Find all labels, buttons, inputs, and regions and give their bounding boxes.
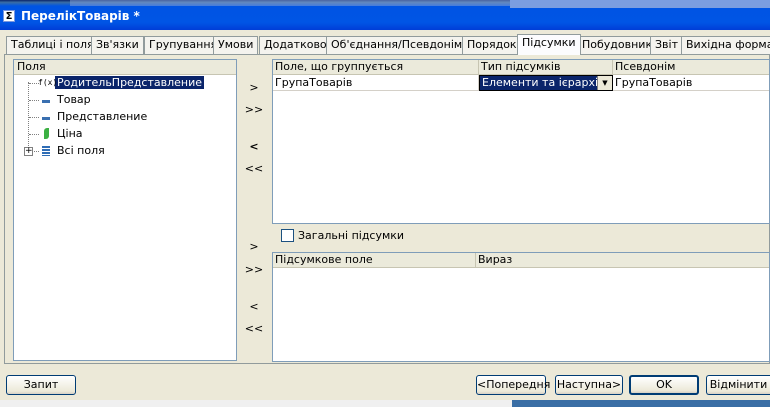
tab-report[interactable]: Звіт	[650, 36, 683, 54]
window-title: ПерелікТоварів *	[21, 9, 140, 23]
tree-item-label: Ціна	[57, 127, 83, 140]
tree-item-all-fields[interactable]: Всі поля	[38, 143, 107, 159]
totals-type-value: Елементи та ієрархія	[480, 76, 597, 90]
tab-unions-aliases[interactable]: Об'єднання/Псевдоніми	[326, 36, 475, 54]
column-header-grouped-field[interactable]: Поле, що группується	[273, 60, 479, 75]
tab-links[interactable]: Зв'язки	[91, 36, 144, 54]
add-total-field-button[interactable]: >	[242, 238, 266, 256]
attribute-icon	[38, 111, 54, 123]
background-window-strip	[70, 0, 510, 6]
tree-item-goods[interactable]: Товар	[38, 92, 93, 108]
tree-item-label: Всі поля	[57, 144, 105, 157]
table-icon	[38, 145, 54, 157]
fields-tree-header: Поля	[14, 60, 236, 75]
tab-output-form[interactable]: Вихідна форма	[681, 36, 770, 54]
tree-item-label: РодительПредставление	[55, 76, 205, 89]
ok-button[interactable]: OK	[629, 375, 699, 395]
tree-item-label: Товар	[57, 93, 91, 106]
tab-tables-fields[interactable]: Таблиці і поля	[6, 36, 99, 54]
overall-totals-label: Загальні підсумки	[298, 229, 405, 242]
add-all-total-fields-button[interactable]: >>	[242, 261, 266, 279]
sigma-icon[interactable]: Σ	[3, 10, 15, 22]
fields-tree[interactable]: Поля f(x) РодительПредставление Товар Пр…	[13, 59, 237, 361]
tab-additional[interactable]: Додатково	[259, 36, 332, 54]
dropdown-arrow-icon[interactable]: ▼	[597, 76, 612, 90]
resource-icon	[38, 128, 54, 140]
taskbar-strip	[0, 400, 770, 407]
column-header-alias[interactable]: Псевдонім	[613, 60, 769, 75]
tab-order[interactable]: Порядок	[462, 36, 522, 54]
function-icon: f(x)	[38, 78, 58, 87]
remove-total-field-button[interactable]: <	[242, 298, 266, 316]
tab-conditions[interactable]: Умови	[213, 36, 259, 54]
cell-alias[interactable]: ГрупаТоварів	[613, 75, 769, 91]
tree-item-label: Представление	[57, 110, 148, 123]
cell-grouped-field[interactable]: ГрупаТоварів	[273, 75, 479, 91]
next-button[interactable]: Наступна>	[555, 375, 623, 395]
remove-all-grouping-fields-button[interactable]: <<	[242, 160, 266, 178]
title-bar: Σ ПерелікТоварів *	[0, 0, 770, 30]
tab-builder[interactable]: Побудовник	[577, 36, 658, 54]
attribute-icon	[38, 94, 54, 106]
background-window-strip-right	[510, 0, 770, 8]
overall-totals-checkbox[interactable]	[281, 229, 294, 242]
query-button[interactable]: Запит	[6, 375, 76, 395]
column-header-expression[interactable]: Вираз	[476, 253, 769, 268]
grouping-fields-table[interactable]: Поле, що группується Тип підсумків Псевд…	[272, 59, 770, 224]
tree-item-parent-representation[interactable]: f(x) РодительПредставление	[38, 75, 205, 91]
column-header-totals-type[interactable]: Тип підсумків	[479, 60, 613, 75]
taskbar-strip-blue	[512, 400, 770, 407]
previous-button[interactable]: <Попередня	[476, 375, 550, 395]
cancel-button[interactable]: Відмінити	[706, 375, 770, 395]
remove-grouping-field-button[interactable]: <	[242, 138, 266, 156]
tree-item-representation[interactable]: Представление	[38, 109, 149, 125]
column-header-total-field[interactable]: Підсумкове поле	[273, 253, 476, 268]
tree-item-price[interactable]: Ціна	[38, 126, 85, 142]
totals-type-select[interactable]: Елементи та ієрархія ▼	[479, 75, 613, 91]
tab-strip: Таблиці і поля Зв'язки Групування Умови …	[4, 34, 770, 55]
add-grouping-field-button[interactable]: >	[242, 79, 266, 97]
remove-all-total-fields-button[interactable]: <<	[242, 320, 266, 338]
tab-totals[interactable]: Підсумки	[517, 34, 581, 55]
add-all-grouping-fields-button[interactable]: >>	[242, 101, 266, 119]
tab-grouping[interactable]: Групування	[144, 36, 223, 54]
total-fields-table[interactable]: Підсумкове поле Вираз	[272, 252, 770, 362]
expand-plus-icon[interactable]: +	[24, 147, 33, 156]
